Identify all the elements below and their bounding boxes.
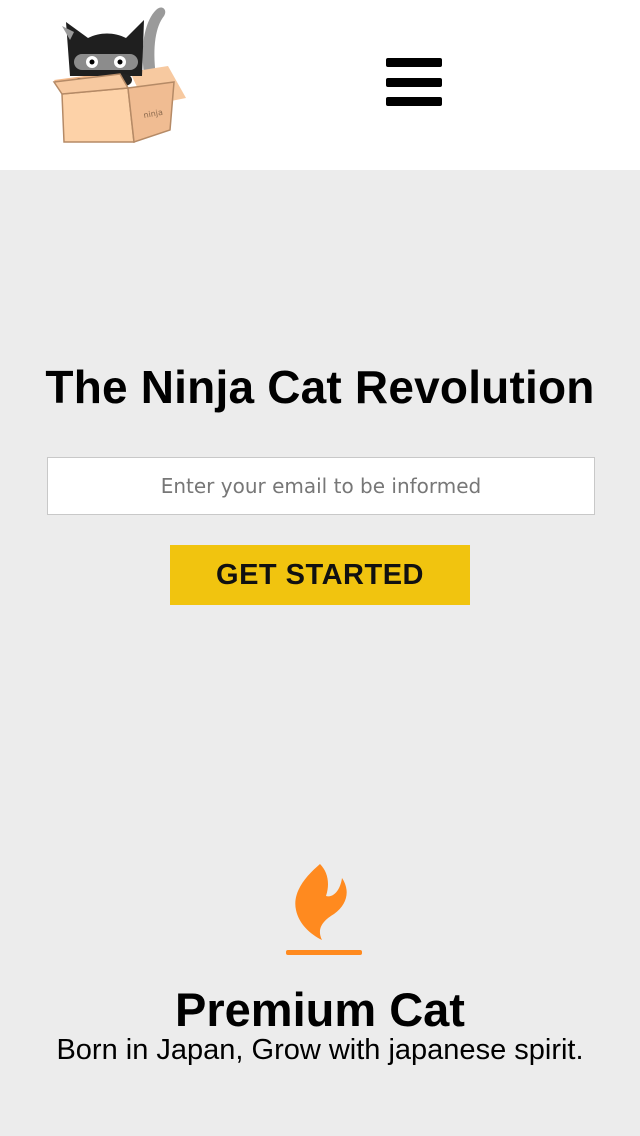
ninja-cat-logo-icon[interactable]: ninja xyxy=(44,2,190,144)
feature-description: Born in Japan, Grow with japanese spirit… xyxy=(56,1034,584,1066)
site-header: ninja xyxy=(0,0,640,170)
get-started-button[interactable]: GET STARTED xyxy=(170,545,470,605)
menu-bar xyxy=(386,58,442,67)
menu-bar xyxy=(386,97,442,106)
hero-section: The Ninja Cat Revolution GET STARTED Pre… xyxy=(0,170,640,1136)
menu-bar xyxy=(386,77,442,87)
email-input[interactable] xyxy=(47,457,595,515)
hero-title: The Ninja Cat Revolution xyxy=(45,361,595,413)
hamburger-menu-icon[interactable] xyxy=(386,58,442,106)
feature-title: Premium Cat xyxy=(175,983,465,1036)
flame-icon xyxy=(286,864,362,955)
